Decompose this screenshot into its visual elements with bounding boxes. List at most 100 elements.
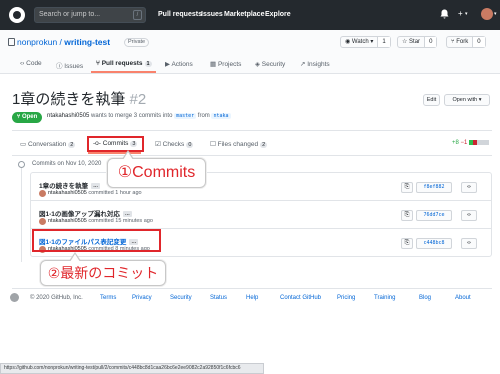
clipboard-icon[interactable]: ⎘ [401, 210, 413, 221]
repo-owner-link[interactable]: nonprokun [17, 37, 57, 47]
tab-security[interactable]: ◈ Security [255, 60, 285, 68]
pr-state-badge: ⑂ Open [12, 112, 42, 123]
commit-author[interactable]: ntakahashi0505 [48, 218, 87, 224]
star-button[interactable]: ☆ Star 0 [397, 36, 438, 48]
search-shortcut-key: / [133, 10, 142, 20]
fork-button[interactable]: ⑂ Fork 0 [446, 36, 486, 48]
browse-repo-button[interactable]: ‹› [461, 182, 477, 193]
footer-link-security[interactable]: Security [170, 295, 192, 301]
tab-pull-requests-count: 1 [144, 61, 152, 67]
commit-sha-button[interactable]: c448bc8 [416, 238, 452, 249]
github-logo-icon[interactable] [9, 7, 25, 23]
tab-insights[interactable]: ↗ Insights [300, 60, 330, 68]
tab-conversation[interactable]: ▭ Conversation 2 [20, 140, 76, 148]
footer-divider [12, 288, 492, 289]
star-count[interactable]: 0 [424, 37, 437, 47]
tab-code[interactable]: ‹› Code [20, 60, 42, 67]
tab-pull-requests-label: ⑂ Pull requests [96, 60, 143, 67]
nav-pull-requests[interactable]: Pull requests [158, 11, 202, 18]
repo-breadcrumb: nonprokun / writing-test [17, 37, 110, 47]
head-branch[interactable]: ntaka [211, 113, 231, 119]
user-avatar[interactable] [481, 8, 493, 20]
diffstat-additions: +8 [452, 140, 459, 147]
commit-time: committed 15 minutes ago [86, 218, 153, 224]
tab-conversation-label: ▭ Conversation [20, 141, 67, 148]
bell-icon[interactable] [440, 9, 449, 21]
nav-issues[interactable]: Issues [201, 11, 223, 18]
fork-count[interactable]: 0 [472, 37, 485, 47]
nav-marketplace[interactable]: Marketplace [224, 11, 264, 18]
footer-link-contact[interactable]: Contact GitHub [280, 295, 321, 301]
commit-expand-button[interactable]: … [91, 183, 101, 190]
watch-count[interactable]: 1 [377, 37, 390, 47]
tab-files-changed[interactable]: ☐ Files changed 2 [210, 140, 268, 148]
commit-title-text[interactable]: 1章の続きを執筆 [39, 183, 88, 190]
commit-row: 1章の続きを執筆… ntakahashi0505 committed 1 hou… [31, 173, 491, 201]
divider [12, 155, 492, 156]
clipboard-icon[interactable]: ⎘ [401, 238, 413, 249]
tab-projects[interactable]: ▦ Projects [210, 60, 241, 68]
commit-sha-button[interactable]: 76dd7ce [416, 210, 452, 221]
browse-repo-button[interactable]: ‹› [461, 210, 477, 221]
pr-meta-from: from [196, 113, 212, 119]
footer-copyright: © 2020 GitHub, Inc. [30, 295, 83, 301]
search-placeholder: Search or jump to... [39, 11, 101, 18]
watch-button[interactable]: ◉ Watch ▾ 1 [340, 36, 391, 48]
footer-link-about[interactable]: About [455, 295, 471, 301]
latest-commit-highlight [32, 229, 161, 252]
commit-meta: ntakahashi0505 committed 1 hour ago [48, 190, 142, 196]
footer-link-status[interactable]: Status [210, 295, 227, 301]
commit-expand-button[interactable]: … [122, 211, 132, 218]
star-label[interactable]: ☆ Star [398, 37, 424, 47]
footer-link-blog[interactable]: Blog [419, 295, 431, 301]
commit-row: 図1-1の画像アップ漏れ対応… ntakahashi0505 committed… [31, 201, 491, 229]
commit-title[interactable]: 図1-1の画像アップ漏れ対応… [39, 208, 132, 218]
browser-status-url: https://github.com/nonprokun/writing-tes… [0, 363, 264, 374]
footer-link-terms[interactable]: Terms [100, 295, 116, 301]
commit-title[interactable]: 1章の続きを執筆… [39, 180, 101, 190]
avatar[interactable] [39, 218, 46, 225]
nav-explore[interactable]: Explore [265, 11, 291, 18]
create-new-plus-icon[interactable]: + [458, 9, 463, 18]
commit-sha-button[interactable]: f8ef882 [416, 182, 452, 193]
fork-label[interactable]: ⑂ Fork [447, 37, 472, 47]
pr-author-link[interactable]: ntakahashi0505 [47, 113, 89, 119]
repo-lock-icon [8, 38, 15, 46]
commit-title-text[interactable]: 図1-1の画像アップ漏れ対応 [39, 211, 120, 218]
clipboard-icon[interactable]: ⎘ [401, 182, 413, 193]
footer-link-pricing[interactable]: Pricing [337, 295, 355, 301]
pr-meta: ntakahashi0505 wants to merge 3 commits … [47, 113, 231, 119]
diffstat: +8 −1 [452, 140, 490, 147]
repo-name-link[interactable]: writing-test [64, 37, 110, 47]
tab-checks[interactable]: ☑ Checks 0 [155, 140, 194, 148]
diffstat-deletions: −1 [460, 140, 468, 147]
footer-link-training[interactable]: Training [374, 295, 395, 301]
base-branch[interactable]: master [174, 113, 197, 119]
browse-repo-button[interactable]: ‹› [461, 238, 477, 249]
diffstat-blocks [469, 140, 490, 145]
commits-tab-highlight [87, 136, 144, 152]
tab-files-label: ☐ Files changed [210, 141, 259, 148]
avatar-caret-icon[interactable]: ▾ [494, 11, 497, 17]
pr-title-text: 1章の続きを執筆 [12, 91, 126, 108]
tab-actions[interactable]: ▶ Actions [165, 60, 193, 68]
commits-date-heading: Commits on Nov 10, 2020 [32, 161, 102, 167]
footer-link-privacy[interactable]: Privacy [132, 295, 152, 301]
edit-button[interactable]: Edit [423, 94, 440, 106]
tab-pull-requests[interactable]: ⑂ Pull requests 1 [96, 60, 152, 67]
footer-link-help[interactable]: Help [246, 295, 258, 301]
tab-files-count: 2 [260, 142, 268, 148]
watch-label[interactable]: ◉ Watch ▾ [341, 37, 377, 47]
open-with-button[interactable]: Open with ▾ [444, 94, 490, 106]
github-footer-logo-icon[interactable] [10, 293, 19, 302]
commit-author[interactable]: ntakahashi0505 [48, 190, 87, 196]
create-caret-icon[interactable]: ▾ [465, 11, 468, 17]
commit-group-icon [18, 161, 25, 168]
tab-issues[interactable]: ⓘ Issues [56, 60, 83, 70]
commit-time: committed 1 hour ago [86, 190, 142, 196]
avatar[interactable] [39, 190, 46, 197]
tab-checks-label: ☑ Checks [155, 141, 185, 148]
search-input[interactable]: Search or jump to... / [34, 7, 146, 23]
pr-meta-text: wants to merge 3 commits into [89, 113, 175, 119]
callout-commits: ①Commits [107, 150, 206, 188]
